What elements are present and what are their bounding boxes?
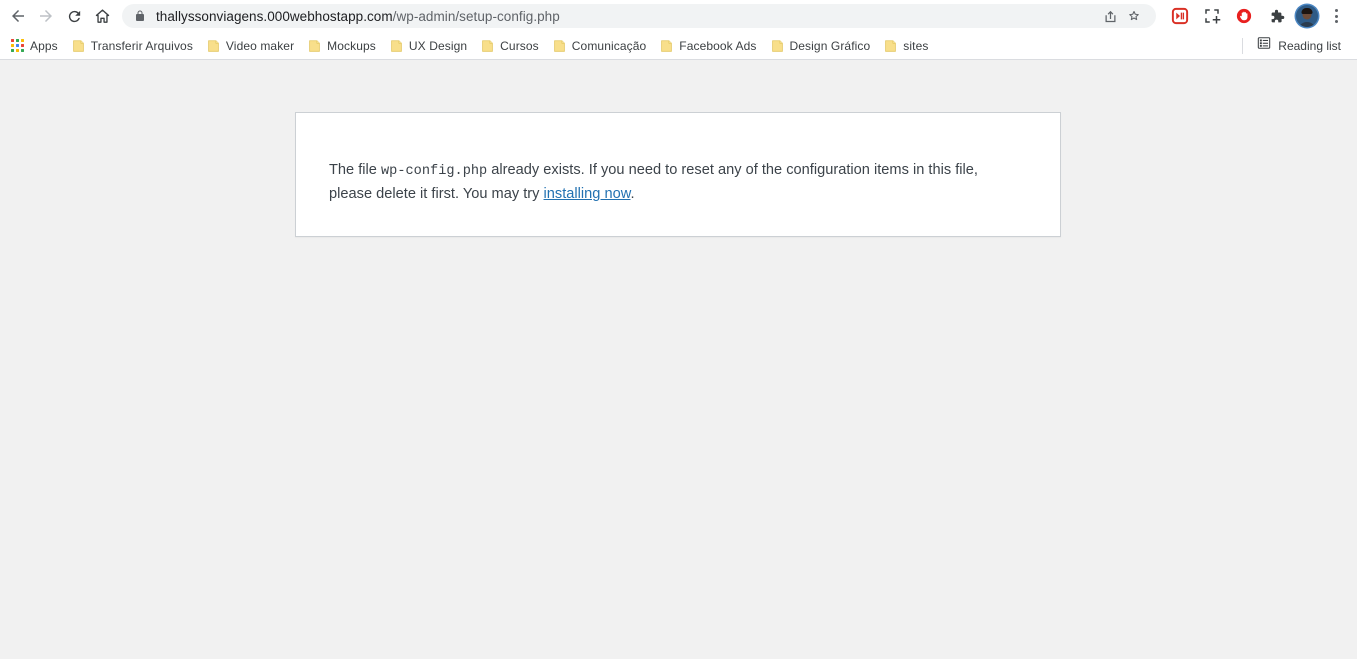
folder-icon	[207, 39, 220, 53]
wp-config-message: The file wp-config.php already exists. I…	[329, 159, 1000, 205]
url-text: thallyssonviagens.000webhostapp.com/wp-a…	[156, 9, 560, 24]
folder-icon	[884, 39, 897, 53]
reload-icon	[68, 10, 80, 22]
forward-button[interactable]	[32, 2, 60, 30]
bookmark-label: sites	[903, 38, 929, 53]
reading-list-icon	[1257, 36, 1271, 55]
folder-icon	[771, 39, 784, 53]
adblock-button[interactable]	[1231, 3, 1257, 29]
menu-dot	[1334, 20, 1338, 23]
adblock-hand-icon	[1236, 8, 1252, 24]
apps-grid-icon	[10, 39, 24, 53]
bookmark-label: Design Gráfico	[789, 38, 871, 53]
profile-avatar[interactable]	[1296, 5, 1318, 27]
folder-icon	[390, 39, 403, 53]
folder-icon	[660, 39, 673, 53]
bookmark-label: Transferir Arquivos	[90, 38, 193, 53]
screenshot-capture-button[interactable]	[1199, 3, 1225, 29]
page-viewport: The file wp-config.php already exists. I…	[0, 60, 1357, 659]
share-button[interactable]	[1098, 4, 1122, 28]
folder-icon	[481, 39, 494, 53]
bookmarks-bar: Apps Transferir Arquivos Video maker Moc…	[0, 32, 1357, 60]
home-button[interactable]	[88, 2, 116, 30]
wp-setup-config-card: The file wp-config.php already exists. I…	[295, 112, 1061, 237]
video-speed-controller-button[interactable]	[1167, 3, 1193, 29]
bookmark-label: Video maker	[225, 38, 295, 53]
puzzle-piece-icon	[1271, 9, 1284, 22]
folder-icon	[553, 39, 566, 53]
address-bar[interactable]: thallyssonviagens.000webhostapp.com/wp-a…	[122, 4, 1156, 28]
bookmark-item-apps[interactable]: Apps	[4, 35, 66, 57]
wp-config-filename: wp-config.php	[381, 164, 488, 179]
toolbar-divider	[1242, 37, 1244, 54]
bookmark-folder-mockups[interactable]: Mockups	[302, 35, 384, 57]
bookmark-folder-ux-design[interactable]: UX Design	[384, 35, 475, 57]
bookmark-star-button[interactable]	[1122, 4, 1146, 28]
folder-icon	[72, 39, 85, 53]
bookmark-folder-cursos[interactable]: Cursos	[475, 35, 547, 57]
bookmark-folder-transferir-arquivos[interactable]: Transferir Arquivos	[66, 35, 201, 57]
bookmark-label: UX Design	[408, 38, 468, 53]
bookmark-label: Facebook Ads	[679, 38, 757, 53]
chrome-menu-button[interactable]	[1323, 2, 1349, 30]
url-domain: thallyssonviagens.000webhostapp.com	[156, 8, 393, 24]
bookmark-folder-design-grafico[interactable]: Design Gráfico	[765, 35, 879, 57]
bookmark-label: Apps	[30, 38, 58, 53]
bookmark-folder-facebook-ads[interactable]: Facebook Ads	[654, 35, 764, 57]
lock-icon	[134, 9, 146, 23]
reload-button[interactable]	[60, 2, 88, 30]
bookmark-label: Cursos	[500, 38, 539, 53]
bookmark-folder-sites[interactable]: sites	[878, 35, 936, 57]
installing-now-link[interactable]: installing now	[544, 186, 631, 202]
menu-dot	[1334, 14, 1338, 18]
bookmark-label: Mockups	[327, 38, 376, 53]
bookmark-folder-comunicacao[interactable]: Comunicação	[547, 35, 654, 57]
url-path: /wp-admin/setup-config.php	[392, 8, 560, 24]
menu-dot	[1334, 9, 1338, 12]
browser-toolbar: thallyssonviagens.000webhostapp.com/wp-a…	[0, 0, 1357, 32]
back-arrow-icon	[12, 10, 24, 22]
avatar-hair	[1301, 7, 1313, 14]
screenshot-capture-icon	[1205, 9, 1221, 24]
home-icon	[95, 8, 109, 23]
forward-arrow-icon	[40, 10, 52, 22]
star-icon	[1129, 11, 1139, 21]
folder-icon	[308, 39, 321, 53]
bookmark-folder-video-maker[interactable]: Video maker	[201, 35, 302, 57]
reading-list-label: Reading list	[1278, 38, 1341, 53]
message-text-lead: The file	[329, 162, 382, 178]
share-icon	[1105, 10, 1115, 22]
video-speed-controller-icon	[1171, 7, 1189, 25]
bookmark-label: Comunicação	[571, 38, 647, 53]
browser-window: thallyssonviagens.000webhostapp.com/wp-a…	[0, 0, 1357, 659]
reading-list-area: Reading list	[1242, 35, 1353, 57]
extensions-button[interactable]	[1263, 3, 1289, 29]
reading-list-button[interactable]: Reading list	[1251, 35, 1347, 57]
avatar-body	[1298, 22, 1316, 27]
back-button[interactable]	[4, 2, 32, 30]
omnibox-actions	[1098, 4, 1146, 28]
message-text-end: .	[630, 186, 635, 202]
